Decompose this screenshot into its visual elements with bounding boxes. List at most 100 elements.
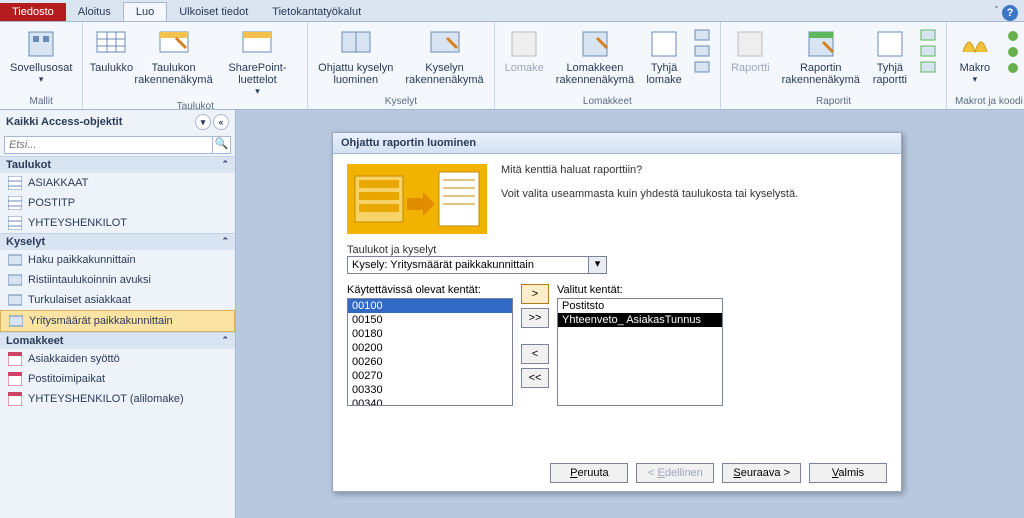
list-item[interactable]: 00100 bbox=[348, 299, 512, 313]
ribbon-btn-sharepoint[interactable]: SharePoint-luettelot▾ bbox=[214, 26, 301, 99]
list-item[interactable]: 00340 bbox=[348, 397, 512, 406]
finish-button[interactable]: Valmis bbox=[809, 463, 887, 483]
ribbon-minimize-icon[interactable]: ˇ bbox=[995, 5, 998, 21]
ribbon: Sovellusosat▾ Mallit Taulukko Taulukon r… bbox=[0, 22, 1024, 110]
list-item[interactable]: 00330 bbox=[348, 383, 512, 397]
table-object-icon bbox=[8, 196, 22, 210]
navigation-pane: Kaikki Access-objektit ▾« 🔍 Taulukot⌃ AS… bbox=[0, 110, 236, 518]
report-icon bbox=[734, 28, 766, 60]
source-combo-input[interactable] bbox=[347, 256, 589, 274]
table-object-icon bbox=[8, 176, 22, 190]
nav-item-postitp[interactable]: POSTITP bbox=[0, 193, 235, 213]
list-item[interactable]: Postitsto bbox=[558, 299, 722, 313]
ribbon-btn-raportin-rakenne[interactable]: Raportin rakennenäkymä bbox=[778, 26, 864, 94]
form-object-icon bbox=[8, 352, 22, 366]
table-object-icon bbox=[8, 216, 22, 230]
table-design-icon bbox=[158, 28, 190, 60]
ribbon-btn-makro[interactable]: Makro▾ bbox=[953, 26, 997, 94]
back-button: < Edellinen bbox=[636, 463, 714, 483]
ribbon-btn-kyselyn-rakenne[interactable]: Kyselyn rakennenäkymä bbox=[401, 26, 487, 94]
tab-help-area: ˇ ? bbox=[995, 5, 1024, 21]
chevron-up-icon: ⌃ bbox=[221, 236, 229, 248]
ribbon-group-label: Kyselyt bbox=[314, 94, 487, 109]
available-fields-list[interactable]: 00100 00150 00180 00200 00260 00270 0033… bbox=[347, 298, 513, 406]
source-combo[interactable]: ▾ bbox=[347, 256, 607, 274]
remove-field-button[interactable]: < bbox=[521, 344, 549, 364]
ribbon-group-mallit: Sovellusosat▾ Mallit bbox=[0, 22, 83, 109]
list-item[interactable]: 00200 bbox=[348, 341, 512, 355]
nav-dropdown-icon[interactable]: ▾ bbox=[195, 114, 211, 130]
dropdown-icon[interactable]: ▾ bbox=[589, 256, 607, 274]
ribbon-btn-raportti: Raportti bbox=[727, 26, 774, 94]
tab-home[interactable]: Aloitus bbox=[66, 3, 123, 21]
source-label: Taulukot ja kyselyt bbox=[347, 244, 887, 256]
ribbon-btn-raportti-more[interactable] bbox=[916, 26, 940, 94]
nav-item-postitoimipaikat[interactable]: Postitoimipaikat bbox=[0, 369, 235, 389]
ribbon-btn-sovellusosat[interactable]: Sovellusosat▾ bbox=[6, 26, 76, 94]
help-icon[interactable]: ? bbox=[1002, 5, 1018, 21]
sharepoint-icon bbox=[241, 28, 273, 60]
search-icon[interactable]: 🔍 bbox=[213, 136, 231, 154]
tab-create[interactable]: Luo bbox=[123, 2, 167, 21]
ribbon-btn-tyhja-lomake[interactable]: Tyhjä lomake bbox=[642, 26, 686, 94]
ribbon-group-label: Raportit bbox=[727, 94, 940, 109]
next-button[interactable]: Seuraava > bbox=[722, 463, 801, 483]
blank-report-icon bbox=[874, 28, 906, 60]
table-icon bbox=[95, 28, 127, 60]
query-object-icon bbox=[8, 273, 22, 287]
add-all-fields-button[interactable]: >> bbox=[521, 308, 549, 328]
ribbon-btn-taulukon-rakenne[interactable]: Taulukon rakennenäkymä bbox=[137, 26, 209, 99]
nav-item-yhteyshenkilot[interactable]: YHTEYSHENKILOT bbox=[0, 213, 235, 233]
nav-item-asiakkaiden-syotto[interactable]: Asiakkaiden syöttö bbox=[0, 349, 235, 369]
nav-title[interactable]: Kaikki Access-objektit ▾« bbox=[0, 110, 235, 134]
query-wizard-icon bbox=[340, 28, 372, 60]
dialog-title: Ohjattu raportin luominen bbox=[333, 133, 901, 154]
more-reports-icon bbox=[920, 28, 936, 76]
nav-section-kyselyt[interactable]: Kyselyt⌃ bbox=[0, 233, 235, 250]
ribbon-group-taulukot: Taulukko Taulukon rakennenäkymä SharePoi… bbox=[83, 22, 308, 109]
ribbon-group-raportit: Raportti Raportin rakennenäkymä Tyhjä ra… bbox=[721, 22, 947, 109]
ribbon-btn-tyhja-raportti[interactable]: Tyhjä raportti bbox=[868, 26, 912, 94]
ribbon-btn-makro-more[interactable] bbox=[1001, 26, 1024, 94]
list-item[interactable]: 00260 bbox=[348, 355, 512, 369]
remove-all-fields-button[interactable]: << bbox=[521, 368, 549, 388]
ribbon-group-kyselyt: Ohjattu kyselyn luominen Kyselyn rakenne… bbox=[308, 22, 494, 109]
nav-item-yritysmaarat[interactable]: Yritysmäärät paikkakunnittain bbox=[0, 310, 235, 332]
ribbon-btn-taulukko[interactable]: Taulukko bbox=[89, 26, 133, 99]
tab-dbtools[interactable]: Tietokantatyökalut bbox=[260, 3, 373, 21]
form-design-icon bbox=[579, 28, 611, 60]
nav-item-turkulaiset[interactable]: Turkulaiset asiakkaat bbox=[0, 290, 235, 310]
nav-item-haku-paikkakunnittain[interactable]: Haku paikkakunnittain bbox=[0, 250, 235, 270]
report-wizard-dialog: Ohjattu raportin luominen bbox=[332, 132, 902, 492]
ribbon-btn-lomake: Lomake bbox=[501, 26, 548, 94]
nav-item-asiakkaat[interactable]: ASIAKKAAT bbox=[0, 173, 235, 193]
ribbon-group-label: Mallit bbox=[6, 94, 76, 109]
nav-section-taulukot[interactable]: Taulukot⌃ bbox=[0, 156, 235, 173]
chevron-up-icon: ⌃ bbox=[221, 159, 229, 171]
ribbon-group-label: Lomakkeet bbox=[501, 94, 714, 109]
list-item[interactable]: Yhteenveto_ AsiakasTunnus bbox=[558, 313, 722, 327]
ribbon-btn-lomake-more[interactable] bbox=[690, 26, 714, 94]
nav-collapse-icon[interactable]: « bbox=[213, 114, 229, 130]
selected-fields-list[interactable]: Postitsto Yhteenveto_ AsiakasTunnus bbox=[557, 298, 723, 406]
add-field-button[interactable]: > bbox=[521, 284, 549, 304]
list-item[interactable]: 00180 bbox=[348, 327, 512, 341]
nav-item-ristiintaulukointi[interactable]: Ristiintaulukoinnin avuksi bbox=[0, 270, 235, 290]
query-object-icon bbox=[8, 293, 22, 307]
more-forms-icon bbox=[694, 28, 710, 76]
ribbon-btn-lomakkeen-rakenne[interactable]: Lomakkeen rakennenäkymä bbox=[552, 26, 638, 94]
form-object-icon bbox=[8, 392, 22, 406]
cancel-button[interactable]: Peruuta bbox=[550, 463, 628, 483]
ribbon-btn-ohjattu-kysely[interactable]: Ohjattu kyselyn luominen bbox=[314, 26, 397, 94]
tab-file[interactable]: Tiedosto bbox=[0, 3, 66, 21]
list-item[interactable]: 00150 bbox=[348, 313, 512, 327]
list-item[interactable]: 00270 bbox=[348, 369, 512, 383]
macro-icon bbox=[959, 28, 991, 60]
tab-external[interactable]: Ulkoiset tiedot bbox=[167, 3, 260, 21]
nav-search-input[interactable] bbox=[4, 136, 213, 154]
form-object-icon bbox=[8, 372, 22, 386]
nav-item-yhteyshenkilot-alilomake[interactable]: YHTEYSHENKILOT (alilomake) bbox=[0, 389, 235, 409]
content-area: Ohjattu raportin luominen bbox=[236, 110, 1024, 518]
nav-section-lomakkeet[interactable]: Lomakkeet⌃ bbox=[0, 332, 235, 349]
more-macros-icon bbox=[1005, 28, 1021, 76]
